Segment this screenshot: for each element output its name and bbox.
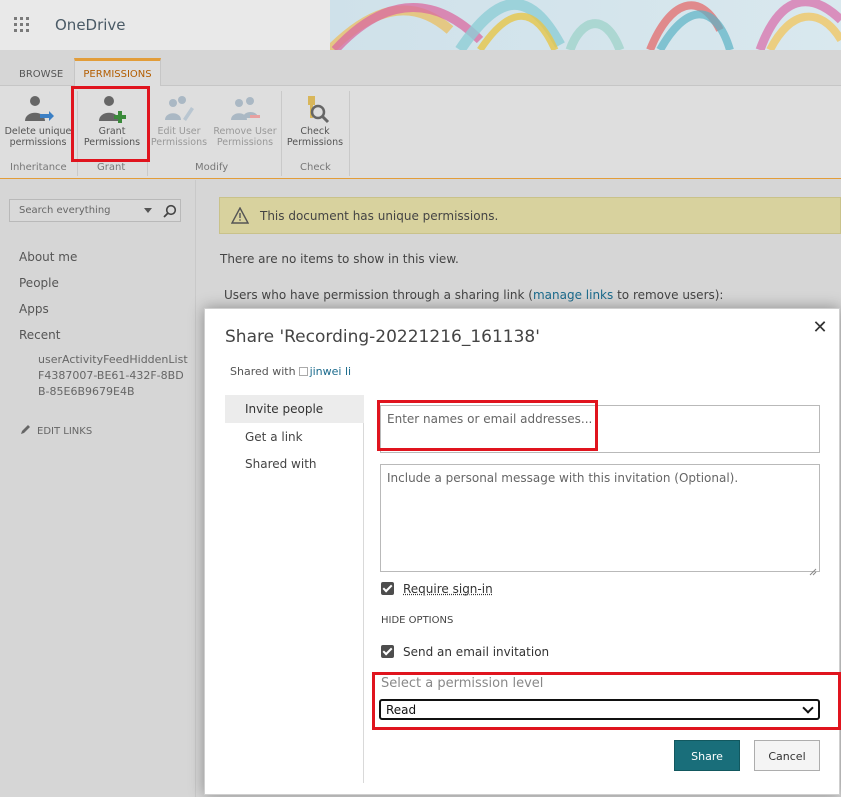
share-button[interactable]: Share (674, 740, 740, 771)
search-icon[interactable] (163, 203, 177, 218)
nav-apps[interactable]: Apps (19, 302, 49, 316)
shared-with-summary: Shared with jinwei li (230, 365, 351, 378)
share-dialog: Share 'Recording-20221216_161138' ✕ Shar… (204, 308, 841, 795)
sharing-link-message: Users who have permission through a shar… (224, 288, 723, 302)
delete-unique-label-2: permissions (9, 137, 67, 148)
grant-highlight-box (71, 86, 150, 162)
edit-links-button[interactable]: EDIT LINKS (20, 424, 92, 437)
send-email-row[interactable]: Send an email invitation (381, 645, 549, 659)
nav-recent[interactable]: Recent (19, 328, 60, 342)
tab-browse[interactable]: BROWSE (19, 69, 63, 80)
close-icon[interactable]: ✕ (811, 319, 829, 337)
nav-divider (195, 180, 196, 797)
delete-unique-permissions-button[interactable]: Delete unique permissions (4, 94, 72, 148)
empty-view-message: There are no items to show in this view. (220, 252, 459, 266)
unique-permissions-notice: This document has unique permissions. (219, 197, 841, 234)
cancel-button[interactable]: Cancel (754, 740, 820, 771)
edit-links-label: EDIT LINKS (37, 426, 93, 437)
message-textarea[interactable]: Include a personal message with this inv… (380, 464, 820, 576)
check-permissions-button[interactable]: Check Permissions (285, 94, 345, 148)
tab-permissions[interactable]: PERMISSIONS (74, 58, 161, 87)
tab-get-a-link[interactable]: Get a link (225, 423, 364, 451)
sharing-suffix: to remove users): (613, 288, 724, 302)
require-signin-label[interactable]: Require sign-in (403, 582, 493, 596)
ribbon-separator (349, 91, 350, 176)
delete-unique-label-1: Delete unique (4, 126, 72, 137)
group-check-label: Check (300, 162, 331, 173)
remove-user-label-1: Remove User (213, 126, 277, 137)
delete-permissions-icon (22, 94, 54, 124)
message-placeholder: Include a personal message with this inv… (387, 471, 739, 485)
nav-about-me[interactable]: About me (19, 250, 77, 264)
brand-title[interactable]: OneDrive (55, 16, 126, 34)
names-highlight-box (377, 400, 598, 451)
hide-options-link[interactable]: HIDE OPTIONS (381, 615, 453, 626)
sharing-prefix: Users who have permission through a shar… (224, 288, 533, 302)
app-launcher-icon[interactable] (14, 17, 30, 33)
group-grant-label: Grant (97, 162, 126, 173)
suite-bar: OneDrive (0, 0, 841, 50)
check-permissions-icon (299, 94, 331, 124)
require-signin-checkbox[interactable] (381, 582, 394, 595)
remove-user-permissions-button[interactable]: Remove User Permissions (211, 94, 279, 148)
dialog-nav: Invite people Get a link Shared with (225, 395, 364, 783)
edit-user-permissions-button[interactable]: Edit User Permissions (149, 94, 209, 148)
edit-user-icon (163, 94, 195, 124)
remove-user-label-2: Permissions (216, 137, 274, 148)
search-input[interactable]: Search everything (19, 205, 111, 216)
dialog-title: Share 'Recording-20221216_161138' (225, 327, 540, 347)
require-signin-row[interactable]: Require sign-in (381, 582, 493, 596)
tab-invite-people[interactable]: Invite people (225, 395, 364, 423)
group-modify-label: Modify (195, 162, 229, 173)
pencil-icon (21, 425, 30, 434)
ribbon-separator (281, 91, 282, 176)
send-email-checkbox[interactable] (381, 645, 394, 658)
notice-text: This document has unique permissions. (260, 209, 499, 223)
group-inheritance-label: Inheritance (10, 162, 67, 173)
header-banner-image (330, 0, 841, 50)
permission-highlight-box (372, 672, 841, 730)
remove-user-icon (229, 94, 261, 124)
ribbon-tabs: BROWSE PERMISSIONS (0, 50, 841, 87)
edit-user-label-1: Edit User (157, 126, 201, 137)
send-email-label[interactable]: Send an email invitation (403, 645, 549, 659)
search-box[interactable]: Search everything (9, 199, 181, 222)
search-scope-dropdown-icon[interactable] (144, 208, 152, 213)
tab-shared-with[interactable]: Shared with (225, 450, 364, 478)
nav-people[interactable]: People (19, 276, 59, 290)
warning-icon (230, 206, 250, 224)
user-presence-icon (298, 367, 308, 376)
check-label-2: Permissions (286, 137, 344, 148)
shared-user-link[interactable]: jinwei li (310, 365, 352, 378)
manage-links-link[interactable]: manage links (533, 288, 613, 302)
nav-recent-item[interactable]: userActivityFeedHiddenListF4387007-BE61-… (38, 352, 188, 400)
shared-with-label: Shared with (230, 365, 296, 378)
resize-grip-icon[interactable] (809, 561, 817, 576)
check-label-1: Check (300, 126, 330, 137)
edit-user-label-2: Permissions (150, 137, 208, 148)
